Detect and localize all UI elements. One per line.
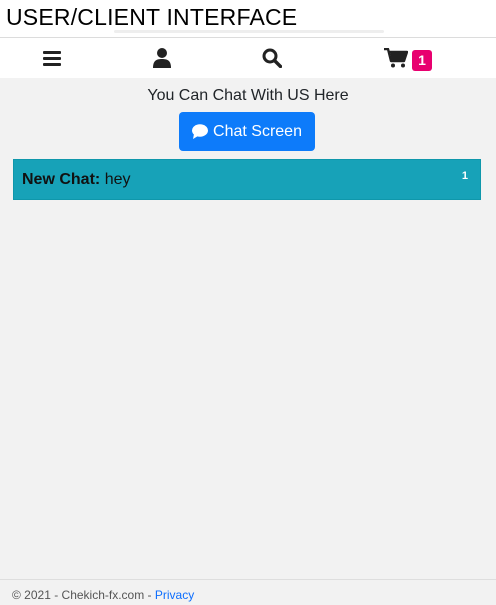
footer-copyright: © 2021 - Chekich-fx.com - <box>12 588 155 602</box>
chat-item-title: New Chat: <box>22 171 101 188</box>
menu-icon <box>43 51 61 66</box>
chat-screen-button[interactable]: Chat Screen <box>179 112 315 151</box>
chat-intro-text: You Can Chat With US Here <box>147 87 349 104</box>
chat-unread-count: 1 <box>461 170 468 182</box>
app-title: USER/CLIENT INTERFACE <box>6 4 298 30</box>
chat-item-text: New Chat: hey <box>22 171 130 189</box>
search-button[interactable] <box>252 38 292 78</box>
cart-icon <box>384 48 408 68</box>
chat-list-item[interactable]: New Chat: hey 1 <box>13 159 481 200</box>
chat-item-message: hey <box>104 171 131 188</box>
chat-screen-button-label: Chat Screen <box>213 122 302 140</box>
user-button[interactable] <box>142 38 182 78</box>
title-divider <box>114 30 384 33</box>
page-footer: © 2021 - Chekich-fx.com - Privacy <box>0 579 496 605</box>
top-navbar: 1 <box>0 37 496 78</box>
comment-icon <box>192 124 209 139</box>
cart-button[interactable]: 1 <box>384 38 444 78</box>
menu-button[interactable] <box>32 38 72 78</box>
app-header: USER/CLIENT INTERFACE <box>0 0 496 37</box>
user-icon <box>153 48 171 68</box>
privacy-link[interactable]: Privacy <box>155 588 194 602</box>
search-icon <box>262 48 282 68</box>
cart-count-badge: 1 <box>412 49 432 71</box>
